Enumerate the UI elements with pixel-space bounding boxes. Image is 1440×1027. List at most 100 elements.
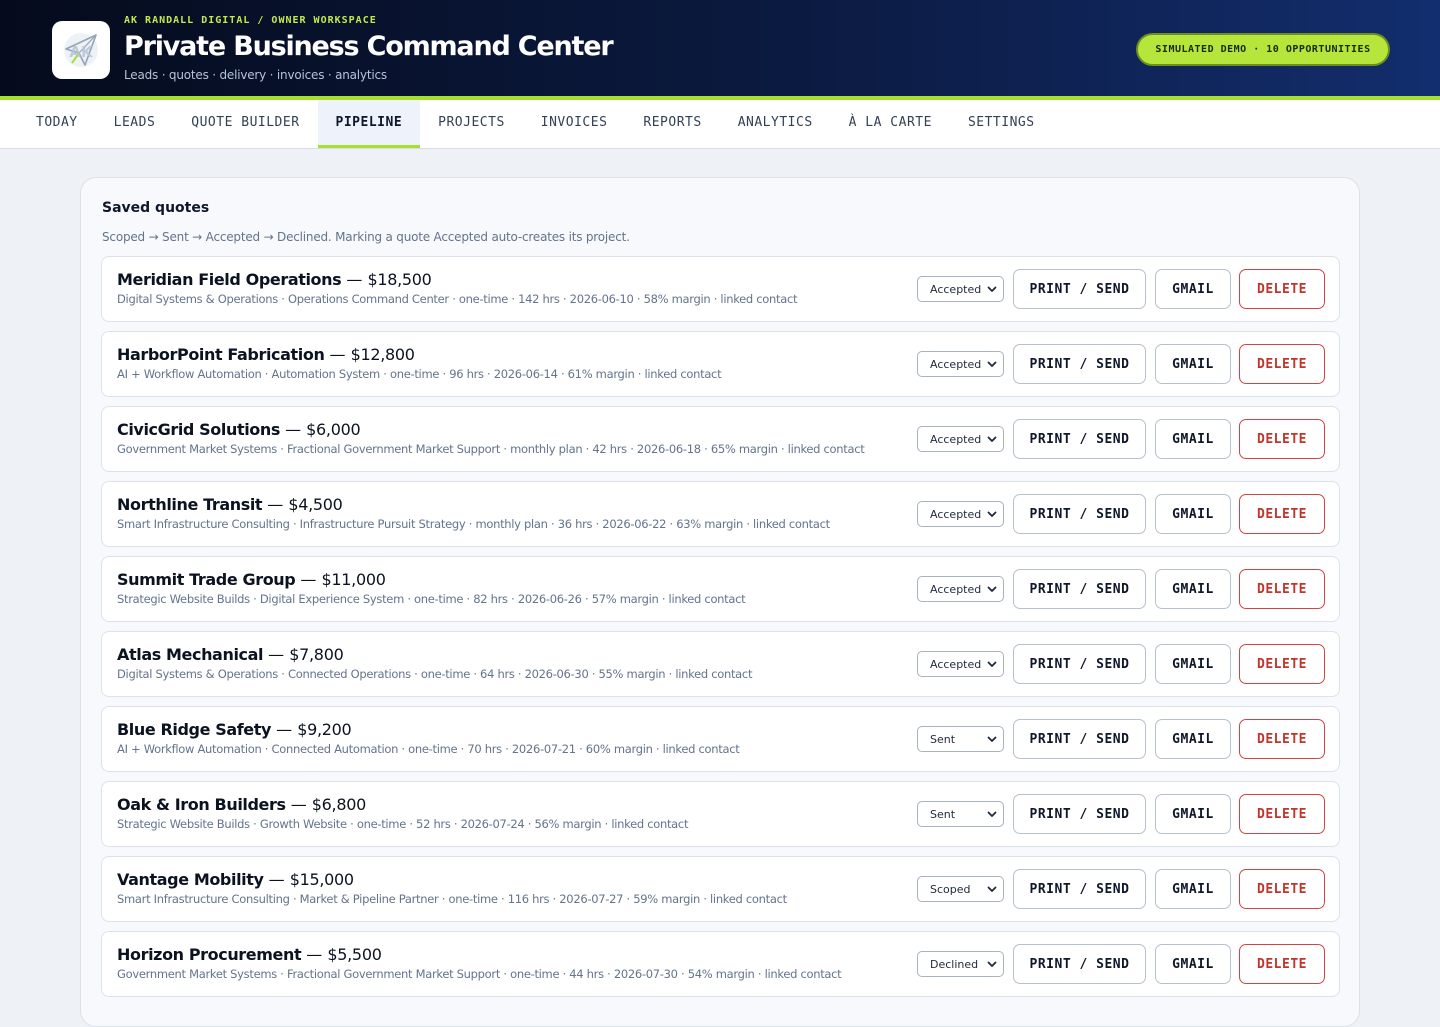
gmail-button[interactable]: GMAIL [1155,644,1231,684]
status-select-value: Accepted [930,657,982,671]
quote-heading: Meridian Field Operations — $18,500 [117,270,432,289]
print-send-button[interactable]: PRINT / SEND [1013,569,1146,609]
demo-status-badge: SIMULATED DEMO · 10 OPPORTUNITIES [1138,35,1388,64]
page-subtitle: Leads · quotes · delivery · invoices · a… [124,68,387,82]
gmail-button[interactable]: GMAIL [1155,719,1231,759]
quote-separator: — [341,270,368,289]
panel-description: Scoped → Sent → Accepted → Declined. Mar… [102,230,630,244]
gmail-button[interactable]: GMAIL [1155,569,1231,609]
tab-settings[interactable]: SETTINGS [950,100,1053,148]
quote-meta: Government Market Systems · Fractional G… [117,967,842,981]
quote-meta: Digital Systems & Operations · Operation… [117,292,798,306]
quote-separator: — [301,945,328,964]
print-send-button[interactable]: PRINT / SEND [1013,344,1146,384]
gmail-button[interactable]: GMAIL [1155,869,1231,909]
tab-leads[interactable]: LEADS [96,100,174,148]
delete-button[interactable]: DELETE [1239,269,1325,309]
gmail-button[interactable]: GMAIL [1155,944,1231,984]
quote-heading: Horizon Procurement — $5,500 [117,945,382,964]
status-select[interactable]: Sent [917,726,1004,752]
gmail-button[interactable]: GMAIL [1155,494,1231,534]
delete-button[interactable]: DELETE [1239,944,1325,984]
quote-row: Summit Trade Group — $11,000 Strategic We… [101,556,1340,622]
status-select-value: Sent [930,807,956,821]
chevron-down-icon [987,511,997,517]
gmail-button[interactable]: GMAIL [1155,269,1231,309]
delete-button[interactable]: DELETE [1239,869,1325,909]
delete-button[interactable]: DELETE [1239,569,1325,609]
print-send-button[interactable]: PRINT / SEND [1013,719,1146,759]
gmail-button[interactable]: GMAIL [1155,794,1231,834]
quote-amount: $18,500 [367,270,432,289]
quote-heading: Atlas Mechanical — $7,800 [117,645,344,664]
quote-amount: $11,000 [321,570,386,589]
tab-la-carte[interactable]: À LA CARTE [831,100,950,148]
status-select[interactable]: Accepted [917,501,1004,527]
chevron-down-icon [987,436,997,442]
delete-button[interactable]: DELETE [1239,344,1325,384]
tab-pipeline[interactable]: PIPELINE [317,100,421,148]
quote-row: Blue Ridge Safety — $9,200 AI + Workflow … [101,706,1340,772]
tab-quote-builder[interactable]: QUOTE BUILDER [173,100,317,148]
tab-today[interactable]: TODAY [18,100,96,148]
print-send-button[interactable]: PRINT / SEND [1013,269,1146,309]
quote-client-name: Oak & Iron Builders [117,795,286,814]
quote-client-name: Blue Ridge Safety [117,720,272,739]
status-select[interactable]: Accepted [917,276,1004,302]
quote-row: Meridian Field Operations — $18,500 Digit… [101,256,1340,322]
tab-reports[interactable]: REPORTS [625,100,719,148]
gmail-button[interactable]: GMAIL [1155,344,1231,384]
brand-logo: AK [52,21,110,79]
chevron-down-icon [987,286,997,292]
quote-amount: $12,800 [350,345,415,364]
quote-separator: — [324,345,351,364]
quote-amount: $5,500 [327,945,382,964]
delete-button[interactable]: DELETE [1239,419,1325,459]
chevron-down-icon [987,361,997,367]
print-send-button[interactable]: PRINT / SEND [1013,494,1146,534]
status-select[interactable]: Declined [917,951,1004,977]
status-select-value: Accepted [930,582,982,596]
quote-client-name: Meridian Field Operations [117,270,342,289]
tab-projects[interactable]: PROJECTS [420,100,523,148]
print-send-button[interactable]: PRINT / SEND [1013,869,1146,909]
status-select-value: Accepted [930,357,982,371]
status-select[interactable]: Accepted [917,426,1004,452]
quote-heading: Oak & Iron Builders — $6,800 [117,795,366,814]
delete-button[interactable]: DELETE [1239,719,1325,759]
tab-analytics[interactable]: ANALYTICS [720,100,831,148]
status-select[interactable]: Accepted [917,351,1004,377]
tab-invoices[interactable]: INVOICES [523,100,626,148]
chevron-down-icon [987,736,997,742]
quote-amount: $7,800 [289,645,344,664]
delete-button[interactable]: DELETE [1239,794,1325,834]
quote-meta: AI + Workflow Automation · Connected Aut… [117,742,740,756]
delete-button[interactable]: DELETE [1239,494,1325,534]
status-select-value: Scoped [930,882,971,896]
panel-title: Saved quotes [102,200,210,216]
app-header: AK AK RANDALL DIGITAL / OWNER WORKSPACE … [0,0,1440,100]
status-select-value: Accepted [930,507,982,521]
quote-client-name: HarborPoint Fabrication [117,345,325,364]
quote-client-name: Atlas Mechanical [117,645,264,664]
status-select[interactable]: Accepted [917,651,1004,677]
print-send-button[interactable]: PRINT / SEND [1013,644,1146,684]
status-select[interactable]: Scoped [917,876,1004,902]
quote-client-name: CivicGrid Solutions [117,420,280,439]
delete-button[interactable]: DELETE [1239,644,1325,684]
status-select-value: Accepted [930,432,982,446]
quote-separator: — [295,570,322,589]
print-send-button[interactable]: PRINT / SEND [1013,419,1146,459]
status-select-value: Declined [930,957,979,971]
quote-separator: — [263,645,290,664]
chevron-down-icon [987,886,997,892]
quote-separator: — [262,495,289,514]
gmail-button[interactable]: GMAIL [1155,419,1231,459]
chevron-down-icon [987,961,997,967]
quote-heading: HarborPoint Fabrication — $12,800 [117,345,415,364]
status-select[interactable]: Accepted [917,576,1004,602]
print-send-button[interactable]: PRINT / SEND [1013,944,1146,984]
status-select[interactable]: Sent [917,801,1004,827]
chevron-down-icon [987,661,997,667]
print-send-button[interactable]: PRINT / SEND [1013,794,1146,834]
